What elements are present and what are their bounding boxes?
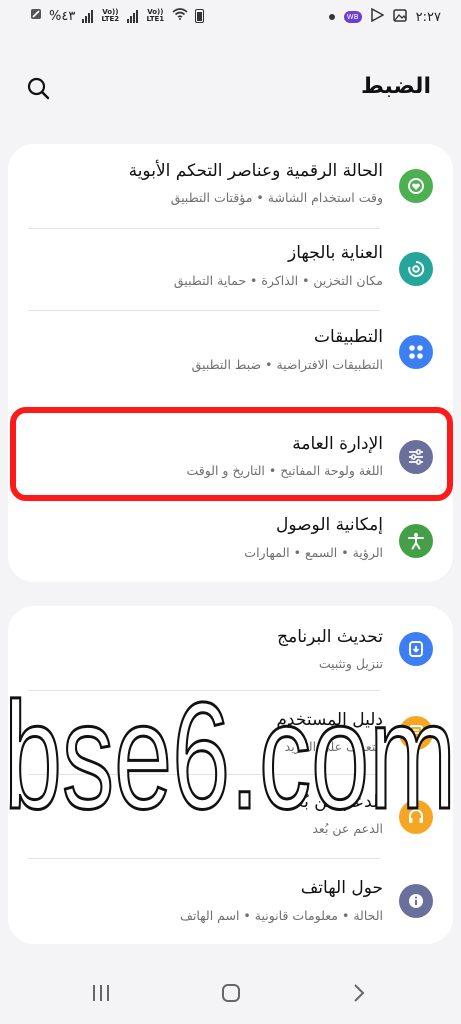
apps-grid-icon	[399, 335, 433, 369]
wifi-icon	[172, 8, 188, 24]
settings-item-subtitle: مكان التخزين • الذاكرة • حماية التطبيق	[173, 273, 383, 288]
settings-item-digital-wellbeing[interactable]: الحالة الرقمية وعناصر التحكم الأبوية وقت…	[8, 144, 453, 228]
status-left: %٤٣ Vo)) LTE2 Vo)) LTE1	[30, 8, 205, 24]
accessibility-icon	[399, 524, 433, 558]
settings-item-accessibility[interactable]: إمكانية الوصول الرؤية • السمع • المهارات	[8, 502, 453, 582]
status-bar: %٤٣ Vo)) LTE2 Vo)) LTE1 WB ٢:٢٧	[0, 0, 461, 34]
info-icon	[399, 884, 433, 918]
settings-item-subtitle: التطبيقات الافتراضية • ضبط التطبيق	[191, 357, 383, 372]
watermark: bse6.com	[3, 670, 458, 843]
settings-item-title: تحديث البرنامج	[277, 627, 383, 647]
header: الضبط	[0, 60, 461, 116]
watermark-text: bse6.com	[4, 671, 456, 841]
settings-item-title: حول الهاتف	[300, 878, 383, 898]
battery-saver-icon	[30, 8, 42, 24]
settings-item-apps[interactable]: التطبيقات التطبيقات الافتراضية • ضبط الت…	[8, 310, 453, 394]
gallery-icon	[392, 8, 407, 26]
search-icon	[27, 77, 50, 100]
clock: ٢:٢٧	[415, 9, 441, 25]
settings-item-title: الحالة الرقمية وعناصر التحكم الأبوية	[128, 161, 383, 181]
home-button[interactable]	[216, 978, 246, 1008]
settings-item-title: التطبيقات	[313, 327, 383, 347]
settings-item-subtitle: وقت استخدام الشاشة • مؤقتات التطبيق	[170, 190, 383, 205]
recent-apps-icon	[93, 985, 109, 1001]
recent-apps-button[interactable]	[86, 978, 116, 1008]
settings-group-1: الحالة الرقمية وعناصر التحكم الأبوية وقت…	[8, 144, 453, 582]
search-button[interactable]	[24, 74, 54, 104]
notification-dot-icon	[328, 14, 335, 20]
settings-item-subtitle: الرؤية • السمع • المهارات	[244, 545, 383, 560]
device-care-icon	[399, 252, 433, 286]
back-icon	[354, 984, 365, 1002]
sim1-label: Vo)) LTE1	[146, 8, 165, 23]
battery-percent: %٤٣	[49, 8, 76, 24]
settings-item-title: إمكانية الوصول	[275, 515, 383, 535]
play-store-icon	[370, 7, 385, 26]
signal-icon	[82, 9, 94, 23]
page-title: الضبط	[360, 74, 431, 99]
navigation-bar	[0, 960, 461, 1024]
highlight-frame	[10, 407, 453, 501]
back-button[interactable]	[344, 978, 374, 1008]
home-icon	[222, 984, 240, 1002]
heart-shield-icon	[399, 169, 433, 203]
battery-icon	[195, 9, 205, 23]
signal-icon	[127, 9, 139, 23]
settings-item-subtitle: الحالة • معلومات قانونية • اسم الهاتف	[179, 908, 383, 923]
settings-item-about-phone[interactable]: حول الهاتف الحالة • معلومات قانونية • اس…	[8, 858, 453, 944]
settings-item-title: العناية بالجهاز	[288, 243, 383, 263]
status-right: WB ٢:٢٧	[328, 7, 441, 26]
settings-item-device-care[interactable]: العناية بالجهاز مكان التخزين • الذاكرة •…	[8, 228, 453, 310]
app-badge-icon: WB	[343, 11, 362, 23]
sim2-label: Vo)) LTE2	[101, 8, 120, 23]
